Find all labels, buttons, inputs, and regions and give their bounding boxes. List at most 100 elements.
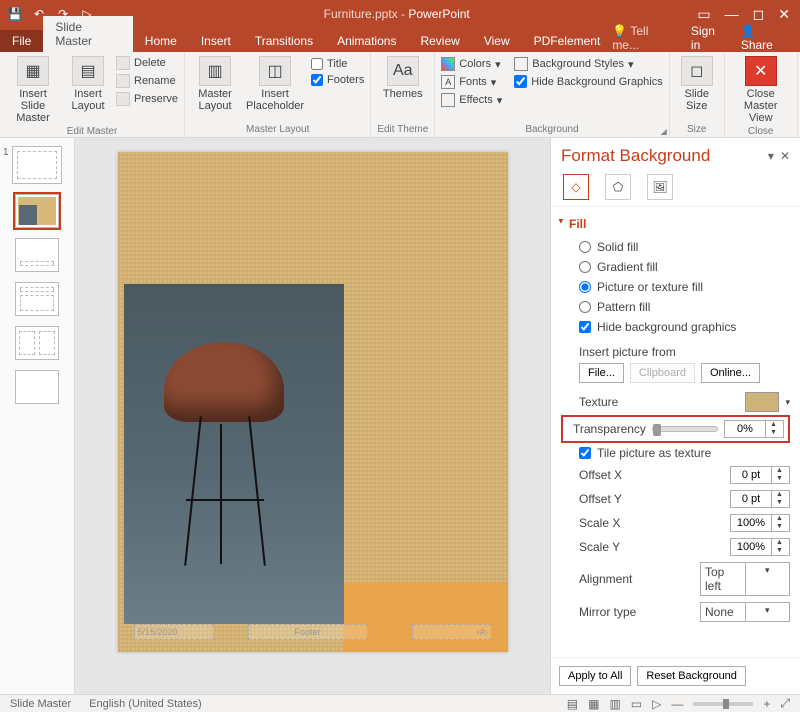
- picture-fill-radio[interactable]: Picture or texture fill: [561, 277, 790, 297]
- status-mode[interactable]: Slide Master: [10, 698, 71, 710]
- colors-icon: [441, 57, 455, 71]
- tab-review[interactable]: Review: [408, 30, 471, 52]
- effects-dropdown[interactable]: Effects ▾: [441, 92, 502, 108]
- footers-checkbox[interactable]: Footers: [311, 72, 364, 88]
- tab-pdfelement[interactable]: PDFelement: [522, 30, 613, 52]
- ribbon: ▦ Insert Slide Master ▤ Insert Layout De…: [0, 52, 800, 138]
- ribbon-options-icon[interactable]: ▭: [697, 6, 710, 23]
- rename-icon: [116, 74, 130, 88]
- pattern-fill-radio[interactable]: Pattern fill: [561, 297, 790, 317]
- minimize-icon[interactable]: —: [725, 6, 739, 23]
- slide-number-placeholder[interactable]: ‹#›: [412, 624, 492, 640]
- footer-placeholder[interactable]: Footer: [248, 624, 368, 640]
- background-dialog-launcher[interactable]: ◢: [661, 127, 667, 136]
- status-bar: Slide Master English (United States) ▤ ▦…: [0, 694, 800, 712]
- texture-label: Texture: [579, 395, 739, 409]
- tab-animations[interactable]: Animations: [325, 30, 408, 52]
- apply-to-all-button[interactable]: Apply to All: [559, 666, 631, 686]
- gradient-fill-radio[interactable]: Gradient fill: [561, 257, 790, 277]
- insert-slide-master-button[interactable]: ▦ Insert Slide Master: [6, 56, 60, 124]
- hide-bg-graphics-pane-checkbox[interactable]: Hide background graphics: [561, 317, 790, 337]
- slide-thumbnail-panel: 1: [0, 138, 75, 694]
- scale-x-spinner[interactable]: ▲▼: [730, 514, 790, 532]
- title-checkbox[interactable]: Title: [311, 56, 364, 72]
- delete-button[interactable]: Delete: [116, 56, 178, 70]
- sign-in[interactable]: Sign in: [691, 24, 727, 52]
- insert-placeholder-button[interactable]: ◫ Insert Placeholder: [245, 56, 305, 112]
- save-icon[interactable]: 💾: [6, 5, 24, 23]
- reading-view-icon[interactable]: ▭: [631, 697, 642, 711]
- share-button[interactable]: 👤 Share: [741, 24, 790, 52]
- solid-fill-radio[interactable]: Solid fill: [561, 237, 790, 257]
- tab-transitions[interactable]: Transitions: [243, 30, 325, 52]
- restore-icon[interactable]: ◻: [753, 6, 765, 23]
- thumbnail-layout-1[interactable]: [15, 194, 59, 228]
- insert-layout-button[interactable]: ▤ Insert Layout: [66, 56, 110, 112]
- status-language[interactable]: English (United States): [89, 698, 202, 710]
- insert-slide-master-icon: ▦: [17, 56, 49, 86]
- transparency-spinner[interactable]: ▲▼: [724, 420, 784, 438]
- zoom-slider[interactable]: [693, 702, 753, 706]
- transparency-label: Transparency: [573, 422, 646, 436]
- tell-me[interactable]: 💡 Tell me...: [612, 24, 677, 52]
- close-master-view-button[interactable]: ✕ Close Master View: [731, 56, 791, 124]
- tab-file[interactable]: File: [0, 30, 43, 52]
- reset-background-button[interactable]: Reset Background: [637, 666, 746, 686]
- preserve-button[interactable]: Preserve: [116, 92, 178, 106]
- bg-styles-icon: [514, 57, 528, 71]
- pane-options-icon[interactable]: ▾: [768, 149, 774, 163]
- file-button[interactable]: File...: [579, 363, 624, 383]
- sorter-view-icon[interactable]: ▥: [609, 697, 620, 711]
- slide-canvas[interactable]: 5/15/2020 Footer ‹#›: [75, 138, 550, 694]
- alignment-label: Alignment: [579, 572, 694, 586]
- fit-to-window-icon[interactable]: ⤢: [780, 696, 790, 711]
- hide-bg-graphics-checkbox[interactable]: Hide Background Graphics: [514, 74, 662, 89]
- slideshow-view-icon[interactable]: ▷: [652, 697, 661, 711]
- background-styles-dropdown[interactable]: Background Styles ▾: [514, 56, 662, 72]
- group-label-edit-theme: Edit Theme: [377, 122, 428, 135]
- thumbnail-master[interactable]: 1: [12, 146, 62, 184]
- offset-x-spinner[interactable]: ▲▼: [730, 466, 790, 484]
- close-window-icon[interactable]: ✕: [778, 6, 790, 23]
- effects-tab-icon[interactable]: ⬠: [605, 174, 631, 200]
- notes-icon[interactable]: ▤: [567, 697, 578, 711]
- transparency-slider[interactable]: [652, 426, 718, 432]
- scale-x-label: Scale X: [579, 516, 724, 530]
- filename-text: Furniture.pptx: [324, 7, 398, 21]
- colors-dropdown[interactable]: Colors ▾: [441, 56, 502, 72]
- tab-slide-master[interactable]: Slide Master: [43, 16, 132, 52]
- mirror-label: Mirror type: [579, 605, 694, 619]
- date-placeholder[interactable]: 5/15/2020: [134, 624, 214, 640]
- master-layout-button[interactable]: ▥ Master Layout: [191, 56, 239, 112]
- offset-y-label: Offset Y: [579, 492, 724, 506]
- alignment-combo[interactable]: Top left▾: [700, 562, 790, 596]
- transparency-row: Transparency ▲▼: [561, 415, 790, 443]
- app-name: PowerPoint: [408, 7, 469, 21]
- thumbnail-layout-2[interactable]: [15, 238, 59, 272]
- chair-image[interactable]: [124, 284, 344, 624]
- slide-size-icon: ◻: [681, 56, 713, 86]
- mirror-combo[interactable]: None▾: [700, 602, 790, 622]
- thumbnail-layout-5[interactable]: [15, 370, 59, 404]
- preserve-icon: [116, 92, 130, 106]
- tab-view[interactable]: View: [472, 30, 522, 52]
- scale-y-spinner[interactable]: ▲▼: [730, 538, 790, 556]
- online-button[interactable]: Online...: [701, 363, 760, 383]
- slide[interactable]: 5/15/2020 Footer ‹#›: [118, 152, 508, 652]
- tab-home[interactable]: Home: [133, 30, 189, 52]
- tile-checkbox[interactable]: Tile picture as texture: [561, 443, 790, 463]
- fill-tab-icon[interactable]: ◇: [563, 174, 589, 200]
- normal-view-icon[interactable]: ▦: [588, 697, 599, 711]
- tab-insert[interactable]: Insert: [189, 30, 243, 52]
- texture-picker[interactable]: [745, 392, 779, 412]
- fill-section-header[interactable]: Fill: [561, 211, 790, 237]
- picture-tab-icon[interactable]: 🖼: [647, 174, 673, 200]
- thumbnail-layout-4[interactable]: [15, 326, 59, 360]
- pane-close-icon[interactable]: ✕: [780, 149, 790, 163]
- themes-button[interactable]: Aa Themes: [379, 56, 427, 100]
- thumbnail-layout-3[interactable]: [15, 282, 59, 316]
- fonts-dropdown[interactable]: AFonts ▾: [441, 74, 502, 90]
- offset-y-spinner[interactable]: ▲▼: [730, 490, 790, 508]
- slide-size-button[interactable]: ◻ Slide Size: [676, 56, 718, 112]
- rename-button[interactable]: Rename: [116, 74, 178, 88]
